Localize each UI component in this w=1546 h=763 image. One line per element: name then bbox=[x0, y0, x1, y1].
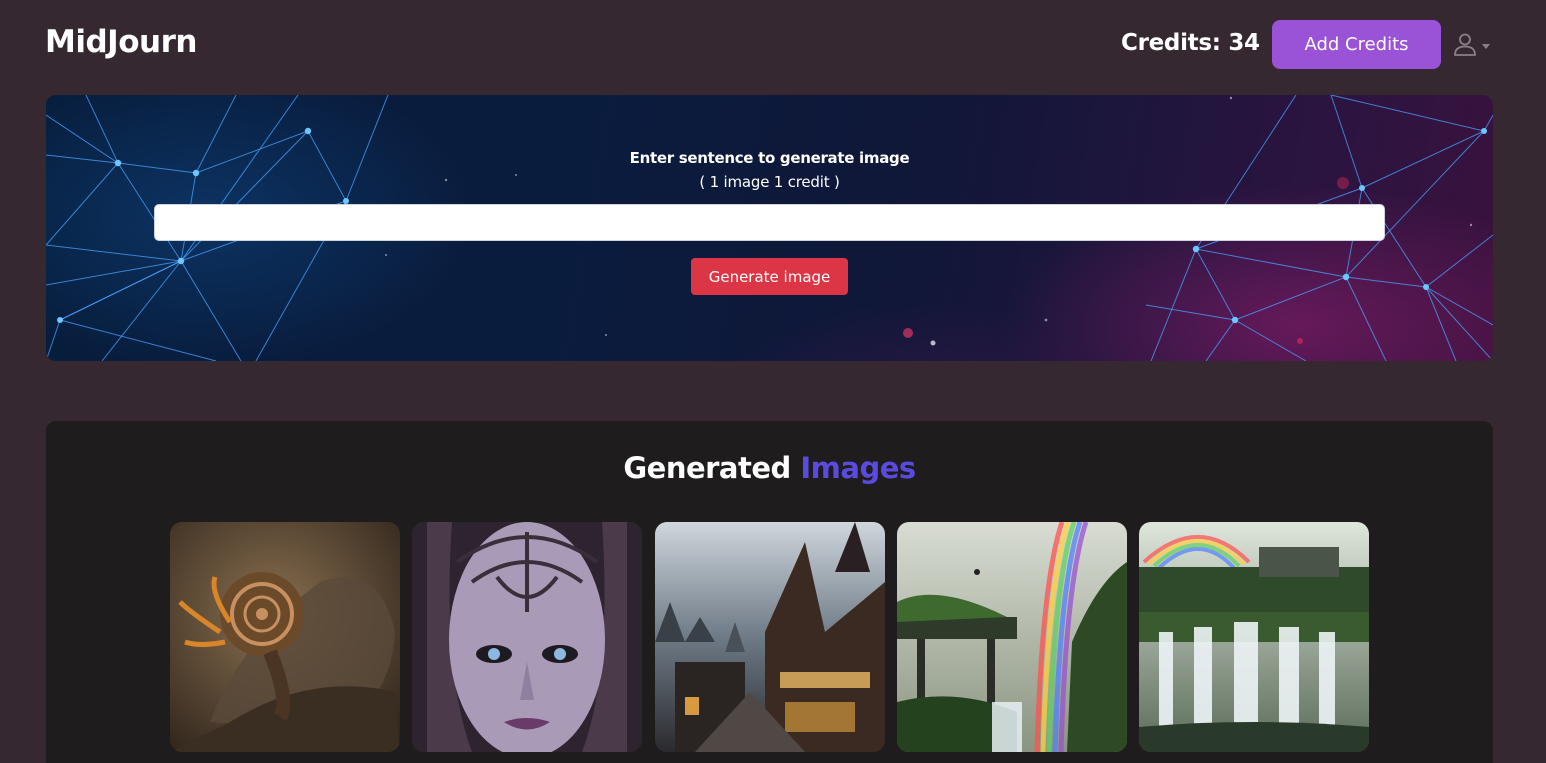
generated-image-waterfall-ruins[interactable] bbox=[1139, 522, 1369, 752]
gallery-title: Generated Images bbox=[46, 451, 1493, 485]
generated-image-snail[interactable] bbox=[170, 522, 400, 752]
user-menu[interactable] bbox=[1452, 32, 1500, 60]
credits-count: Credits: 34 bbox=[1121, 30, 1260, 56]
generated-images-section: Generated Images bbox=[46, 421, 1493, 763]
generated-image-gothic-town[interactable] bbox=[655, 522, 885, 752]
user-icon bbox=[1452, 31, 1478, 61]
generated-image-elf-face[interactable] bbox=[412, 522, 642, 752]
generate-banner: Enter sentence to generate image ( 1 ima… bbox=[46, 95, 1493, 361]
add-credits-button[interactable]: Add Credits bbox=[1272, 20, 1441, 69]
prompt-input[interactable] bbox=[154, 204, 1385, 241]
generated-image-rainbow-ruins[interactable] bbox=[897, 522, 1127, 752]
credit-cost-note: ( 1 image 1 credit ) bbox=[699, 173, 840, 191]
caret-down-icon bbox=[1482, 43, 1490, 49]
brand-logo[interactable]: MidJourn bbox=[45, 24, 197, 60]
gallery-title-plain: Generated bbox=[623, 451, 801, 485]
generate-image-button[interactable]: Generate image bbox=[691, 258, 848, 295]
gallery-title-accent: Images bbox=[800, 451, 916, 485]
prompt-heading: Enter sentence to generate image bbox=[629, 149, 910, 167]
